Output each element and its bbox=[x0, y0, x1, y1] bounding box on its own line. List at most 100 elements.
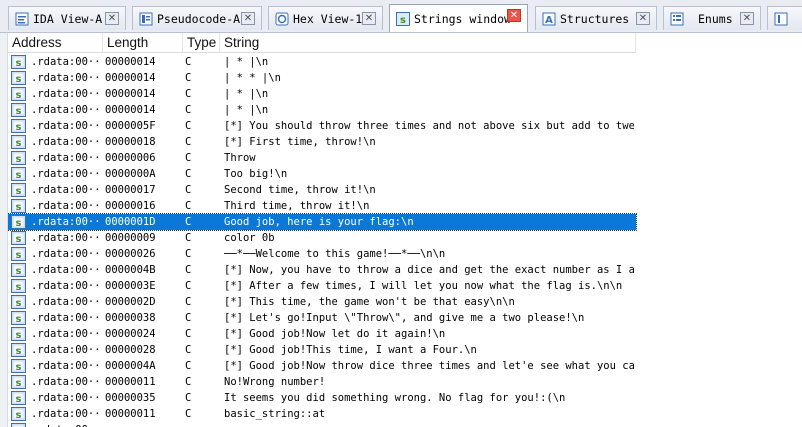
table-row[interactable]: s .rdata:00··· bbox=[8, 422, 802, 427]
cell-address: .rdata:00··· bbox=[31, 280, 103, 292]
svg-text:s: s bbox=[16, 202, 22, 213]
tab-overflow[interactable] bbox=[767, 6, 802, 30]
tab-label: Structures bbox=[560, 11, 630, 26]
tab-structures[interactable]: A Structures ✕ bbox=[535, 6, 657, 30]
cell-string: | * |\n bbox=[224, 88, 269, 100]
cell-string: [*] This time, the game won't be that ea… bbox=[224, 296, 515, 308]
close-icon[interactable]: ✕ bbox=[507, 9, 521, 22]
cell-type: C bbox=[185, 360, 192, 372]
tab-pseudocode-a[interactable]: Pseudocode-A ✕ bbox=[132, 6, 262, 30]
cell-length: 00000009 bbox=[105, 232, 156, 244]
cell-length: 00000011 bbox=[105, 376, 156, 388]
cell-string: ──*──Welcome to this game!──*──\n\n bbox=[224, 248, 446, 260]
tab-label: Pseudocode-A bbox=[157, 11, 241, 26]
cell-string: [*] Good job!Now throw dice three times … bbox=[224, 360, 634, 372]
cell-type: C bbox=[185, 216, 192, 228]
table-row[interactable]: s .rdata:00··· 00000014 C | * |\n bbox=[8, 54, 802, 70]
cell-address: .rdata:00··· bbox=[31, 296, 103, 308]
tab-label: IDA View-A bbox=[33, 11, 103, 26]
table-row[interactable]: s .rdata:00··· 00000018 C [*] First time, th… bbox=[8, 134, 802, 150]
cell-address: .rdata:00··· bbox=[31, 152, 103, 164]
table-row[interactable]: s .rdata:00··· 00000014 C | * |\n bbox=[8, 86, 802, 102]
cell-address: .rdata:00··· bbox=[31, 408, 103, 420]
cell-type: C bbox=[185, 248, 192, 260]
enums-icon bbox=[670, 12, 684, 26]
table-row[interactable]: s .rdata:00··· 0000004B C [*] Now, you have … bbox=[8, 262, 802, 278]
strings-table-header: Address Length Type String bbox=[8, 33, 636, 53]
table-row[interactable]: s .rdata:00··· 00000024 C [*] Good job!Now l… bbox=[8, 326, 802, 342]
table-row[interactable]: s .rdata:00··· 00000038 C [*] Let's go!Input… bbox=[8, 310, 802, 326]
table-row[interactable]: s .rdata:00··· 0000003E C [*] After a few ti… bbox=[8, 278, 802, 294]
cell-address: .rdata:00··· bbox=[31, 72, 103, 84]
table-row[interactable]: s .rdata:00··· 00000035 C It seems you did s… bbox=[8, 390, 802, 406]
string-icon: s bbox=[11, 327, 26, 341]
close-icon[interactable]: ✕ bbox=[105, 12, 119, 25]
cell-address: .rdata:00··· bbox=[31, 120, 103, 132]
svg-text:A: A bbox=[545, 15, 553, 26]
tab-enums[interactable]: Enums ✕ bbox=[663, 6, 761, 30]
column-header-string[interactable]: String bbox=[220, 33, 636, 53]
svg-text:s: s bbox=[16, 218, 22, 229]
cell-address: .rdata:00··· bbox=[31, 328, 103, 340]
svg-text:s: s bbox=[16, 58, 22, 69]
table-row[interactable]: s .rdata:00··· 00000016 C Third time, throw … bbox=[8, 198, 802, 214]
hex-view-icon bbox=[275, 12, 289, 26]
table-row[interactable]: s .rdata:00··· 00000014 C | * * |\n bbox=[8, 70, 802, 86]
svg-text:s: s bbox=[16, 170, 22, 181]
tab-strings-window[interactable]: s Strings window ✕ bbox=[389, 4, 528, 32]
table-row[interactable]: s .rdata:00··· 0000000A C Too big!\n bbox=[8, 166, 802, 182]
cell-string: Good job, here is your flag:\n bbox=[224, 216, 414, 228]
cell-type: C bbox=[185, 104, 192, 116]
svg-text:s: s bbox=[16, 394, 22, 405]
tab-ida-view-a[interactable]: IDA View-A ✕ bbox=[8, 6, 126, 30]
column-header-length[interactable]: Length bbox=[103, 33, 183, 53]
table-row[interactable]: s .rdata:00··· 0000001D C Good job, here is … bbox=[8, 213, 802, 231]
cell-length: 00000014 bbox=[105, 56, 156, 68]
table-row[interactable]: s .rdata:00··· 00000017 C Second time, throw… bbox=[8, 182, 802, 198]
table-row[interactable]: s .rdata:00··· 0000002D C [*] This time, the… bbox=[8, 294, 802, 310]
close-icon[interactable]: ✕ bbox=[241, 12, 255, 25]
table-row[interactable]: s .rdata:00··· 00000026 C ──*──Welcome to th… bbox=[8, 246, 802, 262]
string-icon: s bbox=[11, 423, 26, 427]
cell-address: .rdata:00··· bbox=[31, 200, 103, 212]
tab-label: Enums bbox=[698, 11, 733, 26]
cell-type: C bbox=[185, 168, 192, 180]
cell-string: [*] Let's go!Input \"Throw\", and give m… bbox=[224, 312, 585, 324]
cell-type: C bbox=[185, 72, 192, 84]
column-header-type[interactable]: Type bbox=[183, 33, 220, 53]
cell-address: .rdata:00··· bbox=[31, 360, 103, 372]
cell-type: C bbox=[185, 88, 192, 100]
cell-length: 00000028 bbox=[105, 344, 156, 356]
svg-text:s: s bbox=[16, 154, 22, 165]
table-row[interactable]: s .rdata:00··· 00000014 C | * |\n bbox=[8, 102, 802, 118]
cell-length: 00000018 bbox=[105, 136, 156, 148]
cell-length: 00000038 bbox=[105, 312, 156, 324]
close-icon[interactable]: ✕ bbox=[362, 12, 376, 25]
column-header-address[interactable]: Address bbox=[8, 33, 103, 53]
cell-address: .rdata:00··· bbox=[31, 232, 103, 244]
svg-text:s: s bbox=[16, 90, 22, 101]
table-row[interactable]: s .rdata:00··· 00000009 Ccolor 0b bbox=[8, 230, 802, 246]
cell-type: C bbox=[185, 280, 192, 292]
cell-string: Throw bbox=[224, 152, 256, 164]
close-icon[interactable]: ✕ bbox=[636, 12, 650, 25]
table-row[interactable]: s .rdata:00··· 00000011 Cbasic_string::at bbox=[8, 406, 802, 422]
cell-address: .rdata:00··· bbox=[31, 264, 103, 276]
cell-length: 00000026 bbox=[105, 248, 156, 260]
table-row[interactable]: s .rdata:00··· 00000028 C [*] Good job!This … bbox=[8, 342, 802, 358]
table-row[interactable]: s .rdata:00··· 00000011 C No!Wrong number! bbox=[8, 374, 802, 390]
string-icon: s bbox=[11, 55, 26, 69]
svg-text:s: s bbox=[16, 234, 22, 245]
table-row[interactable]: s .rdata:00··· 0000005F C [*] You should thr… bbox=[8, 118, 802, 134]
table-row[interactable]: s .rdata:00··· 0000004A C [*] Good job!Now t… bbox=[8, 358, 802, 374]
cell-string: | * |\n bbox=[224, 56, 269, 68]
cell-string: No!Wrong number! bbox=[224, 376, 326, 388]
svg-text:s: s bbox=[16, 410, 22, 421]
table-row[interactable]: s .rdata:00··· 00000006 C Throw bbox=[8, 150, 802, 166]
string-icon: s bbox=[11, 279, 26, 293]
tab-hex-view-1[interactable]: Hex View-1 ✕ bbox=[268, 6, 383, 30]
cell-type: C bbox=[185, 184, 192, 196]
close-icon[interactable]: ✕ bbox=[740, 12, 754, 25]
cell-string: [*] Now, you have to throw a dice and ge… bbox=[224, 264, 634, 276]
svg-text:s: s bbox=[16, 186, 22, 197]
